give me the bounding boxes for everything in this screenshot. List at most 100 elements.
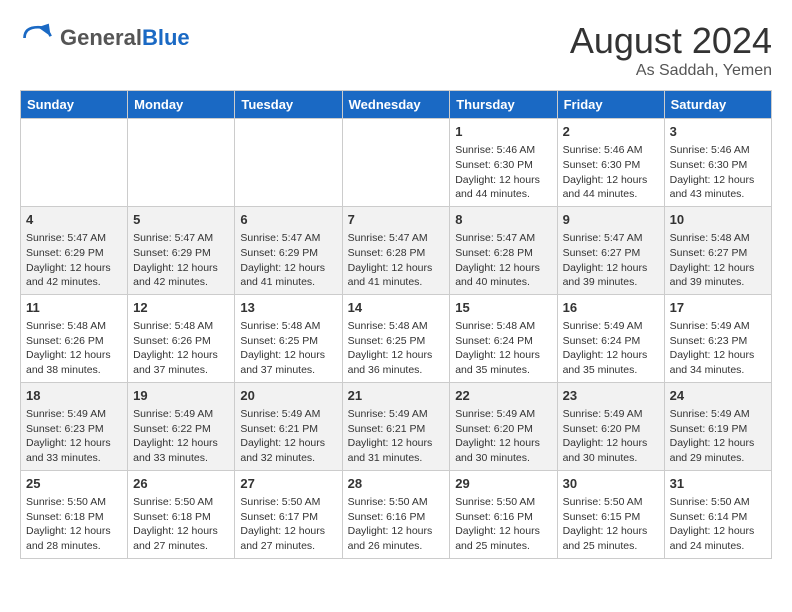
cell-content: Sunrise: 5:48 AM Sunset: 6:25 PM Dayligh… — [348, 319, 445, 378]
cell-content: Sunrise: 5:49 AM Sunset: 6:21 PM Dayligh… — [348, 407, 445, 466]
logo: GeneralBlue — [20, 20, 190, 56]
day-number: 3 — [670, 123, 766, 141]
calendar-cell: 11 Sunrise: 5:48 AM Sunset: 6:26 PM Dayli… — [21, 294, 128, 382]
calendar-week-4: 18Sunrise: 5:49 AM Sunset: 6:23 PM Dayli… — [21, 382, 772, 470]
calendar-cell: 4Sunrise: 5:47 AM Sunset: 6:29 PM Daylig… — [21, 206, 128, 294]
day-number: 5 — [133, 211, 229, 229]
cell-content: Sunrise: 5:47 AM Sunset: 6:29 PM Dayligh… — [240, 231, 336, 290]
calendar-header-row: SundayMondayTuesdayWednesdayThursdayFrid… — [21, 91, 772, 119]
calendar-cell: 21 Sunrise: 5:49 AM Sunset: 6:21 PM Dayli… — [342, 382, 450, 470]
calendar-cell: 10 Sunrise: 5:48 AM Sunset: 6:27 PM Dayli… — [664, 206, 771, 294]
calendar-cell: 3 Sunrise: 5:46 AM Sunset: 6:30 PM Daylig… — [664, 119, 771, 207]
day-number: 1 — [455, 123, 551, 141]
calendar-cell: 17Sunrise: 5:49 AM Sunset: 6:23 PM Dayli… — [664, 294, 771, 382]
day-number: 10 — [670, 211, 766, 229]
day-number: 16 — [563, 299, 659, 317]
calendar-cell: 1 Sunrise: 5:46 AM Sunset: 6:30 PM Daylig… — [450, 119, 557, 207]
day-number: 12 — [133, 299, 229, 317]
calendar-cell — [235, 119, 342, 207]
calendar-cell: 20 Sunrise: 5:49 AM Sunset: 6:21 PM Dayli… — [235, 382, 342, 470]
cell-content: Sunrise: 5:47 AM Sunset: 6:27 PM Dayligh… — [563, 231, 659, 290]
calendar-cell — [128, 119, 235, 207]
title-block: August 2024 As Saddah, Yemen — [570, 20, 772, 80]
calendar-cell: 30 Sunrise: 5:50 AM Sunset: 6:15 PM Dayli… — [557, 470, 664, 558]
cell-content: Sunrise: 5:49 AM Sunset: 6:22 PM Dayligh… — [133, 407, 229, 466]
calendar-cell: 8Sunrise: 5:47 AM Sunset: 6:28 PM Daylig… — [450, 206, 557, 294]
header-monday: Monday — [128, 91, 235, 119]
calendar-week-2: 4 Sunrise: 5:47 AM Sunset: 6:29 PM Daylig… — [21, 206, 772, 294]
cell-content: Sunrise: 5:49 AM Sunset: 6:20 PM Dayligh… — [455, 407, 551, 466]
day-number: 13 — [240, 299, 336, 317]
cell-content: Sunrise: 5:46 AM Sunset: 6:30 PM Dayligh… — [563, 143, 659, 202]
calendar-cell: 12 Sunrise: 5:48 AM Sunset: 6:26 PM Dayli… — [128, 294, 235, 382]
cell-content: Sunrise: 5:49 AM Sunset: 6:21 PM Dayligh… — [240, 407, 336, 466]
cell-content: Sunrise: 5:47 AM Sunset: 6:29 PM Dayligh… — [133, 231, 229, 290]
page-header: GeneralBlue August 2024 As Saddah, Yemen — [20, 20, 772, 80]
calendar-cell: 27Sunrise: 5:50 AM Sunset: 6:17 PM Dayli… — [235, 470, 342, 558]
day-number: 17 — [670, 299, 766, 317]
calendar-cell: 31 Sunrise: 5:50 AM Sunset: 6:14 PM Dayli… — [664, 470, 771, 558]
day-number: 27 — [240, 475, 336, 493]
day-number: 18 — [26, 387, 122, 405]
cell-content: Sunrise: 5:48 AM Sunset: 6:26 PM Dayligh… — [26, 319, 122, 378]
cell-content: Sunrise: 5:50 AM Sunset: 6:16 PM Dayligh… — [348, 495, 445, 554]
calendar-cell: 2 Sunrise: 5:46 AM Sunset: 6:30 PM Daylig… — [557, 119, 664, 207]
calendar-cell: 19 Sunrise: 5:49 AM Sunset: 6:22 PM Dayli… — [128, 382, 235, 470]
cell-content: Sunrise: 5:47 AM Sunset: 6:28 PM Dayligh… — [455, 231, 551, 290]
calendar-week-1: 1 Sunrise: 5:46 AM Sunset: 6:30 PM Daylig… — [21, 119, 772, 207]
day-number: 24 — [670, 387, 766, 405]
calendar-cell: 5 Sunrise: 5:47 AM Sunset: 6:29 PM Daylig… — [128, 206, 235, 294]
location-subtitle: As Saddah, Yemen — [570, 62, 772, 80]
day-number: 31 — [670, 475, 766, 493]
calendar-cell: 13 Sunrise: 5:48 AM Sunset: 6:25 PM Dayli… — [235, 294, 342, 382]
calendar-cell — [21, 119, 128, 207]
logo-icon — [20, 20, 56, 56]
calendar-week-5: 25 Sunrise: 5:50 AM Sunset: 6:18 PM Dayli… — [21, 470, 772, 558]
day-number: 28 — [348, 475, 445, 493]
logo-text-blue: Blue — [142, 25, 190, 50]
cell-content: Sunrise: 5:47 AM Sunset: 6:28 PM Dayligh… — [348, 231, 445, 290]
header-sunday: Sunday — [21, 91, 128, 119]
calendar-cell: 23 Sunrise: 5:49 AM Sunset: 6:20 PM Dayli… — [557, 382, 664, 470]
cell-content: Sunrise: 5:48 AM Sunset: 6:26 PM Dayligh… — [133, 319, 229, 378]
header-saturday: Saturday — [664, 91, 771, 119]
calendar-cell: 29 Sunrise: 5:50 AM Sunset: 6:16 PM Dayli… — [450, 470, 557, 558]
day-number: 21 — [348, 387, 445, 405]
cell-content: Sunrise: 5:48 AM Sunset: 6:25 PM Dayligh… — [240, 319, 336, 378]
cell-content: Sunrise: 5:49 AM Sunset: 6:20 PM Dayligh… — [563, 407, 659, 466]
header-thursday: Thursday — [450, 91, 557, 119]
day-number: 20 — [240, 387, 336, 405]
cell-content: Sunrise: 5:50 AM Sunset: 6:15 PM Dayligh… — [563, 495, 659, 554]
cell-content: Sunrise: 5:48 AM Sunset: 6:27 PM Dayligh… — [670, 231, 766, 290]
day-number: 25 — [26, 475, 122, 493]
day-number: 29 — [455, 475, 551, 493]
day-number: 30 — [563, 475, 659, 493]
calendar-cell: 9 Sunrise: 5:47 AM Sunset: 6:27 PM Daylig… — [557, 206, 664, 294]
cell-content: Sunrise: 5:46 AM Sunset: 6:30 PM Dayligh… — [455, 143, 551, 202]
header-wednesday: Wednesday — [342, 91, 450, 119]
calendar-cell: 18Sunrise: 5:49 AM Sunset: 6:23 PM Dayli… — [21, 382, 128, 470]
day-number: 6 — [240, 211, 336, 229]
calendar-cell: 15Sunrise: 5:48 AM Sunset: 6:24 PM Dayli… — [450, 294, 557, 382]
cell-content: Sunrise: 5:50 AM Sunset: 6:18 PM Dayligh… — [133, 495, 229, 554]
header-tuesday: Tuesday — [235, 91, 342, 119]
day-number: 19 — [133, 387, 229, 405]
day-number: 2 — [563, 123, 659, 141]
day-number: 7 — [348, 211, 445, 229]
day-number: 9 — [563, 211, 659, 229]
day-number: 11 — [26, 299, 122, 317]
calendar-cell: 14 Sunrise: 5:48 AM Sunset: 6:25 PM Dayli… — [342, 294, 450, 382]
day-number: 26 — [133, 475, 229, 493]
month-year-title: August 2024 — [570, 20, 772, 62]
cell-content: Sunrise: 5:49 AM Sunset: 6:19 PM Dayligh… — [670, 407, 766, 466]
day-number: 14 — [348, 299, 445, 317]
cell-content: Sunrise: 5:50 AM Sunset: 6:16 PM Dayligh… — [455, 495, 551, 554]
cell-content: Sunrise: 5:46 AM Sunset: 6:30 PM Dayligh… — [670, 143, 766, 202]
cell-content: Sunrise: 5:50 AM Sunset: 6:14 PM Dayligh… — [670, 495, 766, 554]
day-number: 23 — [563, 387, 659, 405]
calendar-cell — [342, 119, 450, 207]
day-number: 4 — [26, 211, 122, 229]
calendar-table: SundayMondayTuesdayWednesdayThursdayFrid… — [20, 90, 772, 559]
cell-content: Sunrise: 5:50 AM Sunset: 6:18 PM Dayligh… — [26, 495, 122, 554]
calendar-week-3: 11 Sunrise: 5:48 AM Sunset: 6:26 PM Dayli… — [21, 294, 772, 382]
